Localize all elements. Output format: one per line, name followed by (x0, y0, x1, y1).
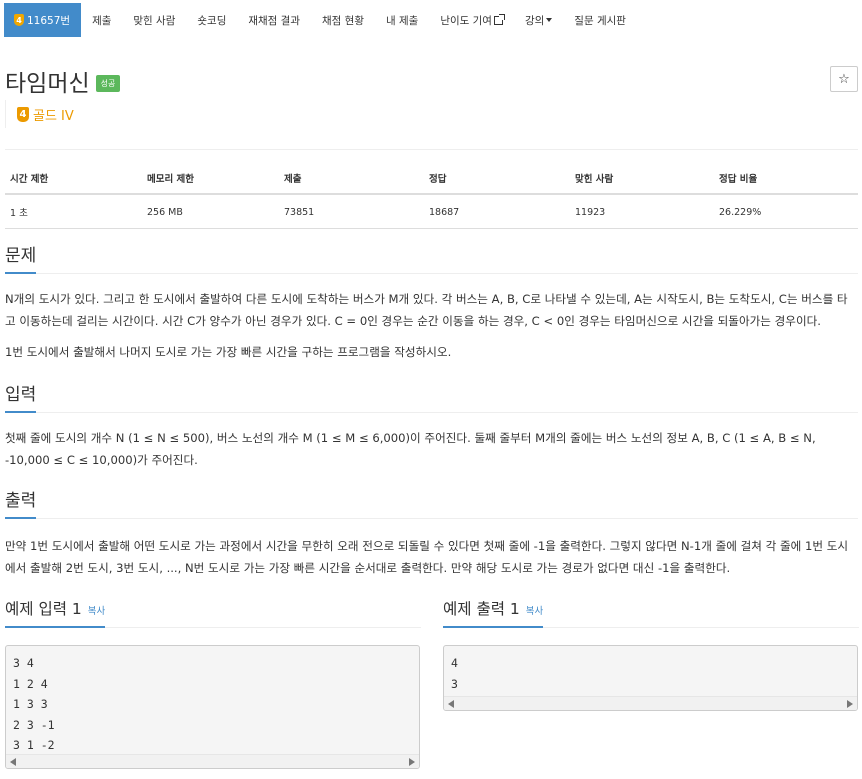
nav-solved-users[interactable]: 맞힌 사람 (122, 3, 186, 37)
sample-input-box[interactable]: 3 4 1 2 4 1 3 3 2 3 -1 3 1 -2 (5, 645, 420, 769)
nav-submit[interactable]: 제출 (81, 3, 122, 37)
nav-problem-number[interactable]: 4 11657번 (4, 3, 82, 37)
submissions-value: 73851 (279, 194, 424, 229)
nav-lectures-label: 강의 (524, 14, 545, 27)
scroll-left-arrow-icon[interactable] (448, 700, 454, 708)
sample-input-content: 3 4 1 2 4 1 3 3 2 3 -1 3 1 -2 (13, 656, 55, 752)
horizontal-scrollbar[interactable] (6, 754, 419, 768)
tier-row: 4 골드 IV (5, 100, 74, 128)
time-limit-value: 1 초 (5, 194, 142, 229)
header-accept-ratio: 정답 비율 (714, 162, 858, 195)
sample-input-title: 예제 입력 1 복사 (5, 597, 106, 628)
input-section-header: 입력 (5, 380, 858, 413)
header-submissions: 제출 (279, 162, 424, 195)
output-section-title: 출력 (5, 486, 37, 519)
problem-description: N개의 도시가 있다. 그리고 한 도시에서 출발하여 다른 도시에 도착하는 … (5, 292, 848, 328)
problem-number-label: 11657번 (27, 14, 71, 27)
nav-judge-status[interactable]: 채점 현황 (311, 3, 375, 37)
sample-output-header: 예제 출력 1 복사 (443, 597, 859, 628)
input-description: 첫째 줄에 도시의 개수 N (1 ≤ N ≤ 500), 버스 노선의 개수 … (5, 431, 816, 467)
problem-section-title: 문제 (5, 241, 37, 274)
accept-ratio-value: 26.229% (714, 194, 858, 229)
table-row: 1 초 256 MB 73851 18687 11923 26.229% (5, 194, 858, 229)
scroll-right-arrow-icon[interactable] (409, 758, 415, 766)
solved-users-value: 11923 (570, 194, 714, 229)
divider (5, 149, 858, 150)
header-memory-limit: 메모리 제한 (142, 162, 279, 195)
header-solved-users: 맞힌 사람 (570, 162, 714, 195)
sample-output-title: 예제 출력 1 복사 (443, 597, 544, 628)
nav-short-coding[interactable]: 숏코딩 (186, 3, 237, 37)
gold-tier-icon: 4 (17, 106, 29, 122)
problem-nav: 4 11657번 제출 맞힌 사람 숏코딩 재채점 결과 채점 현황 내 제출 … (4, 3, 637, 37)
table-header-row: 시간 제한 메모리 제한 제출 정답 맞힌 사람 정답 비율 (5, 162, 858, 195)
problem-section-header: 문제 (5, 241, 858, 274)
status-badge: 성공 (95, 74, 121, 92)
nav-difficulty-contribution[interactable]: 난이도 기여 (429, 3, 514, 37)
accepted-value: 18687 (424, 194, 570, 229)
input-section-title: 입력 (5, 380, 37, 413)
memory-limit-value: 256 MB (142, 194, 279, 229)
problem-task: 1번 도시에서 출발해서 나머지 도시로 가는 가장 빠른 시간을 구하는 프로… (5, 345, 452, 359)
output-section-header: 출력 (5, 486, 858, 519)
problem-info-table: 시간 제한 메모리 제한 제출 정답 맞힌 사람 정답 비율 1 초 256 M… (5, 162, 858, 229)
tier-label[interactable]: 골드 IV (33, 105, 74, 124)
sample-output-copy-link[interactable]: 복사 (526, 606, 543, 617)
title-row: 타임머신 성공 (5, 64, 121, 98)
nav-my-submissions[interactable]: 내 제출 (375, 3, 429, 37)
favorite-star-button[interactable]: ☆ (830, 66, 858, 92)
star-icon: ☆ (838, 71, 850, 87)
scroll-left-arrow-icon[interactable] (10, 758, 16, 766)
nav-question-board[interactable]: 질문 게시판 (563, 3, 637, 37)
gold-tier-icon: 4 (14, 14, 24, 26)
sample-output-content: 4 3 (451, 656, 458, 691)
sample-output-box[interactable]: 4 3 (443, 645, 858, 711)
nav-difficulty-label: 난이도 기여 (440, 14, 492, 27)
header-time-limit: 시간 제한 (5, 162, 142, 195)
page-title: 타임머신 (5, 71, 90, 97)
sample-input-copy-link[interactable]: 복사 (88, 606, 105, 617)
sample-input-header: 예제 입력 1 복사 (5, 597, 421, 628)
header-accepted: 정답 (424, 162, 570, 195)
nav-lectures-dropdown[interactable]: 강의 (514, 3, 563, 37)
output-description: 만약 1번 도시에서 출발해 어떤 도시로 가는 과정에서 시간을 무한히 오래… (5, 539, 849, 575)
external-link-icon (493, 13, 505, 25)
caret-down-icon (546, 18, 553, 22)
nav-rejudge-results[interactable]: 재채점 결과 (237, 3, 311, 37)
horizontal-scrollbar[interactable] (444, 696, 857, 710)
sample-input-title-text: 예제 입력 1 (5, 600, 82, 618)
sample-output-title-text: 예제 출력 1 (443, 600, 520, 618)
scroll-right-arrow-icon[interactable] (847, 700, 853, 708)
